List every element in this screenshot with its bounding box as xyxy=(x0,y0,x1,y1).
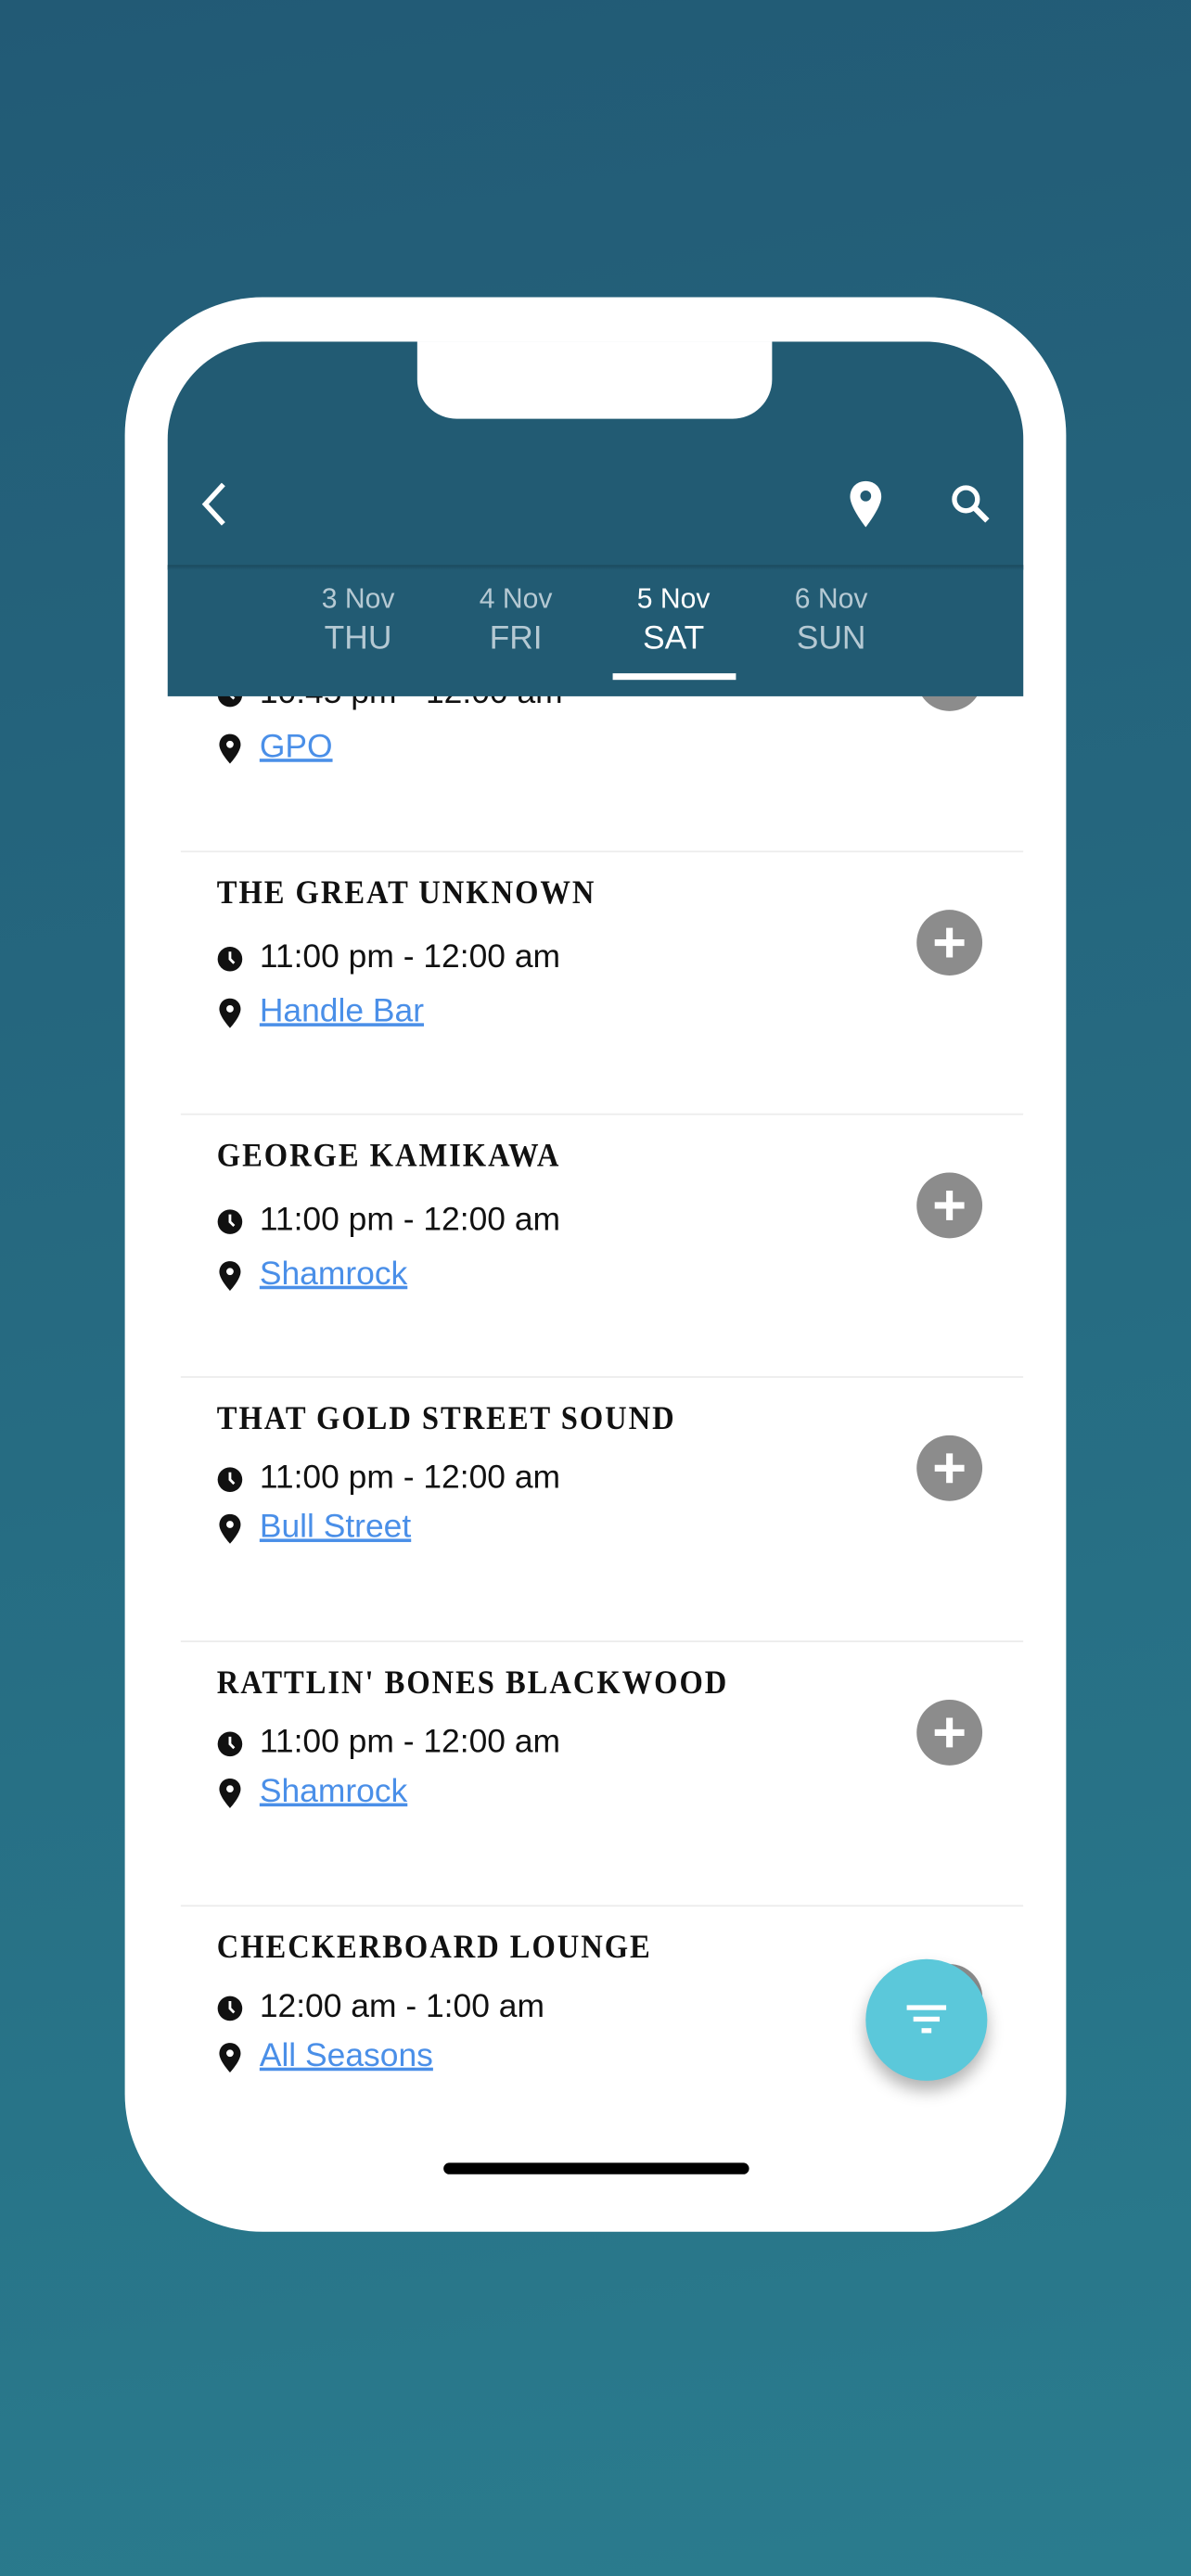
tab-day: FRI xyxy=(489,620,543,657)
clock-icon xyxy=(217,1730,243,1756)
toolbar-divider xyxy=(167,565,1024,570)
location-pin-icon xyxy=(219,1260,241,1291)
venue-link[interactable]: Handle Bar xyxy=(260,993,424,1031)
back-button[interactable] xyxy=(198,482,234,534)
plus-icon xyxy=(934,927,965,958)
tab-thu[interactable]: 3 Nov THU xyxy=(292,581,424,660)
event-title: THE GREAT UNKNOWN xyxy=(216,874,596,912)
add-to-schedule-button[interactable] xyxy=(916,1172,983,1239)
tab-sat[interactable]: 5 Nov SAT xyxy=(608,581,739,660)
event-title: GEORGE KAMIKAWA xyxy=(216,1138,561,1175)
event-title: CHECKERBOARD LOUNGE xyxy=(216,1929,652,1966)
location-pin-icon xyxy=(219,997,241,1027)
clock-icon xyxy=(217,1466,243,1492)
home-indicator xyxy=(443,2162,749,2174)
plus-icon xyxy=(934,1717,965,1748)
event-time: 11:00 pm - 12:00 am xyxy=(217,1725,560,1763)
event-title: RATTLIN' BONES BLACKWOOD xyxy=(216,1664,729,1702)
event-venue: Handle Bar xyxy=(217,993,424,1031)
plus-icon xyxy=(934,1190,965,1220)
location-pin-icon xyxy=(219,1512,241,1543)
venue-link[interactable]: Shamrock xyxy=(260,1256,407,1294)
plus-icon xyxy=(934,1453,965,1484)
tab-fri[interactable]: 4 Nov FRI xyxy=(450,581,582,660)
event-time: 11:00 pm - 12:00 am xyxy=(217,1460,560,1498)
tab-date: 3 Nov xyxy=(321,582,395,615)
map-button[interactable] xyxy=(848,479,884,537)
event-venue: Shamrock xyxy=(217,1256,407,1294)
tab-day: SAT xyxy=(642,620,705,657)
venue-link[interactable]: Shamrock xyxy=(260,1774,407,1812)
event-time: 11:00 pm - 12:00 am xyxy=(217,1202,560,1240)
time-text: 12:00 am - 1:00 am xyxy=(259,1988,544,2025)
event-venue: Shamrock xyxy=(217,1774,407,1812)
active-tab-indicator xyxy=(612,673,736,681)
event-venue: All Seasons xyxy=(217,2038,433,2072)
event-time: 11:00 pm - 12:00 am xyxy=(217,939,560,977)
time-text: 11:00 pm - 12:00 am xyxy=(259,1460,561,1497)
add-to-schedule-button[interactable] xyxy=(916,1699,983,1766)
search-icon xyxy=(952,485,990,523)
event-title: THAT GOLD STREET SOUND xyxy=(216,1400,676,1437)
time-text: 11:00 pm - 12:00 am xyxy=(259,1724,561,1761)
venue-link[interactable]: Bull Street xyxy=(260,1510,411,1548)
tab-date: 6 Nov xyxy=(794,582,868,615)
event-time: 12:00 am - 1:00 am xyxy=(217,1989,544,2027)
filter-icon xyxy=(906,2005,947,2034)
location-pin-icon xyxy=(219,2042,241,2072)
tab-day: SUN xyxy=(796,620,866,657)
map-pin-icon xyxy=(850,480,882,528)
tab-day: THU xyxy=(324,620,392,657)
clock-icon xyxy=(217,1208,243,1234)
filter-button[interactable] xyxy=(865,1958,988,2081)
time-text: 11:00 pm - 12:00 am xyxy=(259,939,561,976)
app-screen: 10:45 pm - 12:00 am GPO THE GREAT UNKNOW… xyxy=(167,341,1024,2193)
event-row[interactable]: GEORGE KAMIKAWA 11:00 pm - 12:00 am Sham… xyxy=(180,1113,1024,1378)
tab-date: 5 Nov xyxy=(636,582,711,615)
add-to-schedule-button[interactable] xyxy=(916,1435,983,1501)
event-venue: GPO xyxy=(217,729,333,767)
tab-sun[interactable]: 6 Nov SUN xyxy=(765,581,897,660)
venue-link[interactable]: All Seasons xyxy=(260,2038,433,2072)
search-button[interactable] xyxy=(950,483,992,534)
time-text: 11:00 pm - 12:00 am xyxy=(259,1202,561,1239)
clock-icon xyxy=(217,1995,243,2021)
tab-date: 4 Nov xyxy=(479,582,553,615)
add-to-schedule-button[interactable] xyxy=(916,910,983,976)
chevron-left-icon xyxy=(201,482,225,526)
location-pin-icon xyxy=(219,1778,241,1807)
venue-link[interactable]: GPO xyxy=(260,729,333,767)
event-venue: Bull Street xyxy=(217,1510,411,1548)
location-pin-icon xyxy=(219,733,241,763)
event-row[interactable]: THE GREAT UNKNOWN 11:00 pm - 12:00 am Ha… xyxy=(180,850,1024,1115)
event-row[interactable]: RATTLIN' BONES BLACKWOOD 11:00 pm - 12:0… xyxy=(180,1640,1024,1905)
clock-icon xyxy=(217,946,243,971)
event-row[interactable]: THAT GOLD STREET SOUND 11:00 pm - 12:00 … xyxy=(180,1376,1024,1640)
device-notch xyxy=(416,341,773,419)
